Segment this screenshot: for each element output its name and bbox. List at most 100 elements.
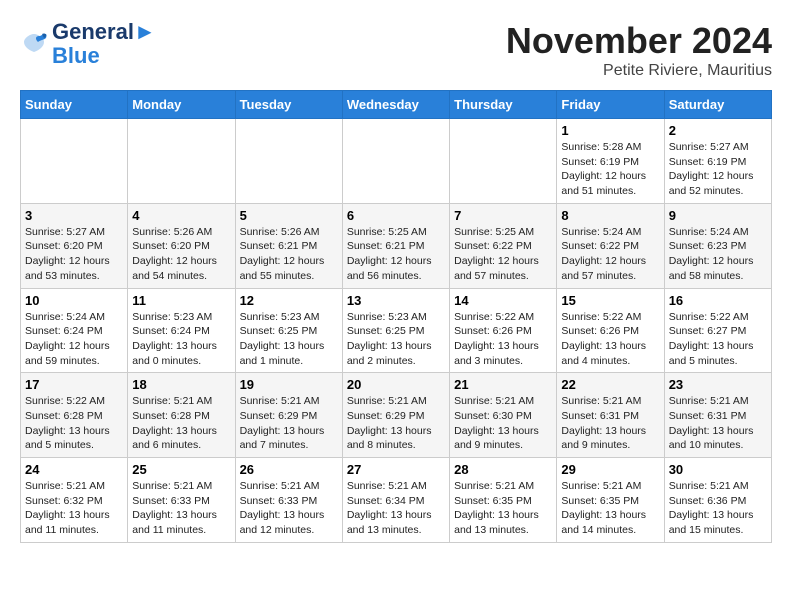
day-info: Sunrise: 5:21 AMSunset: 6:31 PMDaylight:…	[561, 394, 659, 453]
calendar-cell: 13Sunrise: 5:23 AMSunset: 6:25 PMDayligh…	[342, 288, 449, 373]
day-number: 9	[669, 208, 767, 223]
weekday-header-sunday: Sunday	[21, 91, 128, 119]
calendar-cell: 29Sunrise: 5:21 AMSunset: 6:35 PMDayligh…	[557, 458, 664, 543]
day-info: Sunrise: 5:28 AMSunset: 6:19 PMDaylight:…	[561, 140, 659, 199]
day-info: Sunrise: 5:22 AMSunset: 6:26 PMDaylight:…	[454, 310, 552, 369]
day-info: Sunrise: 5:21 AMSunset: 6:29 PMDaylight:…	[347, 394, 445, 453]
calendar-week-row: 1Sunrise: 5:28 AMSunset: 6:19 PMDaylight…	[21, 119, 772, 204]
day-info: Sunrise: 5:21 AMSunset: 6:30 PMDaylight:…	[454, 394, 552, 453]
day-info: Sunrise: 5:27 AMSunset: 6:20 PMDaylight:…	[25, 225, 123, 284]
weekday-header-wednesday: Wednesday	[342, 91, 449, 119]
weekday-header-saturday: Saturday	[664, 91, 771, 119]
day-number: 14	[454, 293, 552, 308]
weekday-header-row: SundayMondayTuesdayWednesdayThursdayFrid…	[21, 91, 772, 119]
calendar-cell: 9 Sunrise: 5:24 AMSunset: 6:23 PMDaylight…	[664, 203, 771, 288]
calendar-cell: 11Sunrise: 5:23 AMSunset: 6:24 PMDayligh…	[128, 288, 235, 373]
calendar-cell: 21 Sunrise: 5:21 AMSunset: 6:30 PMDayligh…	[450, 373, 557, 458]
calendar-cell: 19 Sunrise: 5:21 AMSunset: 6:29 PMDayligh…	[235, 373, 342, 458]
calendar-table: SundayMondayTuesdayWednesdayThursdayFrid…	[20, 90, 772, 543]
calendar-cell	[450, 119, 557, 204]
calendar-cell: 6 Sunrise: 5:25 AMSunset: 6:21 PMDaylight…	[342, 203, 449, 288]
calendar-cell: 17 Sunrise: 5:22 AMSunset: 6:28 PMDayligh…	[21, 373, 128, 458]
day-number: 15	[561, 293, 659, 308]
day-info: Sunrise: 5:27 AMSunset: 6:19 PMDaylight:…	[669, 140, 767, 199]
day-info: Sunrise: 5:24 AMSunset: 6:24 PMDaylight:…	[25, 310, 123, 369]
day-number: 27	[347, 462, 445, 477]
day-number: 25	[132, 462, 230, 477]
day-info: Sunrise: 5:23 AMSunset: 6:25 PMDaylight:…	[240, 310, 338, 369]
calendar-week-row: 17 Sunrise: 5:22 AMSunset: 6:28 PMDayligh…	[21, 373, 772, 458]
weekday-header-tuesday: Tuesday	[235, 91, 342, 119]
calendar-cell	[342, 119, 449, 204]
day-info: Sunrise: 5:21 AMSunset: 6:29 PMDaylight:…	[240, 394, 338, 453]
day-number: 16	[669, 293, 767, 308]
logo-text: General► Blue	[52, 20, 156, 68]
calendar-cell: 15 Sunrise: 5:22 AMSunset: 6:26 PMDayligh…	[557, 288, 664, 373]
logo: General► Blue	[20, 20, 156, 68]
calendar-cell: 3Sunrise: 5:27 AMSunset: 6:20 PMDaylight…	[21, 203, 128, 288]
day-number: 18	[132, 377, 230, 392]
calendar-cell: 8 Sunrise: 5:24 AMSunset: 6:22 PMDaylight…	[557, 203, 664, 288]
day-number: 22	[561, 377, 659, 392]
day-number: 26	[240, 462, 338, 477]
logo-icon	[20, 30, 48, 58]
day-info: Sunrise: 5:21 AMSunset: 6:31 PMDaylight:…	[669, 394, 767, 453]
day-info: Sunrise: 5:25 AMSunset: 6:21 PMDaylight:…	[347, 225, 445, 284]
calendar-cell: 2 Sunrise: 5:27 AMSunset: 6:19 PMDaylight…	[664, 119, 771, 204]
calendar-cell: 27 Sunrise: 5:21 AMSunset: 6:34 PMDayligh…	[342, 458, 449, 543]
day-number: 4	[132, 208, 230, 223]
day-number: 7	[454, 208, 552, 223]
day-number: 2	[669, 123, 767, 138]
day-number: 11	[132, 293, 230, 308]
day-info: Sunrise: 5:21 AMSunset: 6:34 PMDaylight:…	[347, 479, 445, 538]
calendar-cell	[128, 119, 235, 204]
location-subtitle: Petite Riviere, Mauritius	[506, 62, 772, 80]
calendar-week-row: 10Sunrise: 5:24 AMSunset: 6:24 PMDayligh…	[21, 288, 772, 373]
calendar-cell	[21, 119, 128, 204]
calendar-cell: 28 Sunrise: 5:21 AMSunset: 6:35 PMDayligh…	[450, 458, 557, 543]
calendar-cell: 4 Sunrise: 5:26 AMSunset: 6:20 PMDaylight…	[128, 203, 235, 288]
day-number: 17	[25, 377, 123, 392]
day-info: Sunrise: 5:22 AMSunset: 6:28 PMDaylight:…	[25, 394, 123, 453]
calendar-week-row: 24Sunrise: 5:21 AMSunset: 6:32 PMDayligh…	[21, 458, 772, 543]
day-info: Sunrise: 5:22 AMSunset: 6:27 PMDaylight:…	[669, 310, 767, 369]
day-number: 8	[561, 208, 659, 223]
calendar-cell: 22 Sunrise: 5:21 AMSunset: 6:31 PMDayligh…	[557, 373, 664, 458]
calendar-cell: 12 Sunrise: 5:23 AMSunset: 6:25 PMDayligh…	[235, 288, 342, 373]
title-block: November 2024 Petite Riviere, Mauritius	[506, 20, 772, 80]
day-info: Sunrise: 5:21 AMSunset: 6:35 PMDaylight:…	[454, 479, 552, 538]
calendar-week-row: 3Sunrise: 5:27 AMSunset: 6:20 PMDaylight…	[21, 203, 772, 288]
day-number: 12	[240, 293, 338, 308]
calendar-cell: 24Sunrise: 5:21 AMSunset: 6:32 PMDayligh…	[21, 458, 128, 543]
day-number: 21	[454, 377, 552, 392]
calendar-cell: 18 Sunrise: 5:21 AMSunset: 6:28 PMDayligh…	[128, 373, 235, 458]
day-number: 30	[669, 462, 767, 477]
day-info: Sunrise: 5:21 AMSunset: 6:28 PMDaylight:…	[132, 394, 230, 453]
weekday-header-thursday: Thursday	[450, 91, 557, 119]
day-info: Sunrise: 5:26 AMSunset: 6:21 PMDaylight:…	[240, 225, 338, 284]
weekday-header-monday: Monday	[128, 91, 235, 119]
day-number: 5	[240, 208, 338, 223]
day-info: Sunrise: 5:22 AMSunset: 6:26 PMDaylight:…	[561, 310, 659, 369]
calendar-cell: 20 Sunrise: 5:21 AMSunset: 6:29 PMDayligh…	[342, 373, 449, 458]
day-info: Sunrise: 5:24 AMSunset: 6:23 PMDaylight:…	[669, 225, 767, 284]
day-number: 28	[454, 462, 552, 477]
page-header: General► Blue November 2024 Petite Rivie…	[20, 20, 772, 80]
day-info: Sunrise: 5:21 AMSunset: 6:33 PMDaylight:…	[132, 479, 230, 538]
day-info: Sunrise: 5:24 AMSunset: 6:22 PMDaylight:…	[561, 225, 659, 284]
calendar-cell: 10Sunrise: 5:24 AMSunset: 6:24 PMDayligh…	[21, 288, 128, 373]
day-info: Sunrise: 5:21 AMSunset: 6:35 PMDaylight:…	[561, 479, 659, 538]
day-info: Sunrise: 5:26 AMSunset: 6:20 PMDaylight:…	[132, 225, 230, 284]
calendar-cell: 14 Sunrise: 5:22 AMSunset: 6:26 PMDayligh…	[450, 288, 557, 373]
weekday-header-friday: Friday	[557, 91, 664, 119]
calendar-cell: 26Sunrise: 5:21 AMSunset: 6:33 PMDayligh…	[235, 458, 342, 543]
month-title: November 2024	[506, 20, 772, 62]
day-number: 6	[347, 208, 445, 223]
day-number: 13	[347, 293, 445, 308]
day-info: Sunrise: 5:21 AMSunset: 6:36 PMDaylight:…	[669, 479, 767, 538]
calendar-cell: 7Sunrise: 5:25 AMSunset: 6:22 PMDaylight…	[450, 203, 557, 288]
day-number: 24	[25, 462, 123, 477]
day-number: 20	[347, 377, 445, 392]
day-number: 19	[240, 377, 338, 392]
calendar-cell: 1Sunrise: 5:28 AMSunset: 6:19 PMDaylight…	[557, 119, 664, 204]
